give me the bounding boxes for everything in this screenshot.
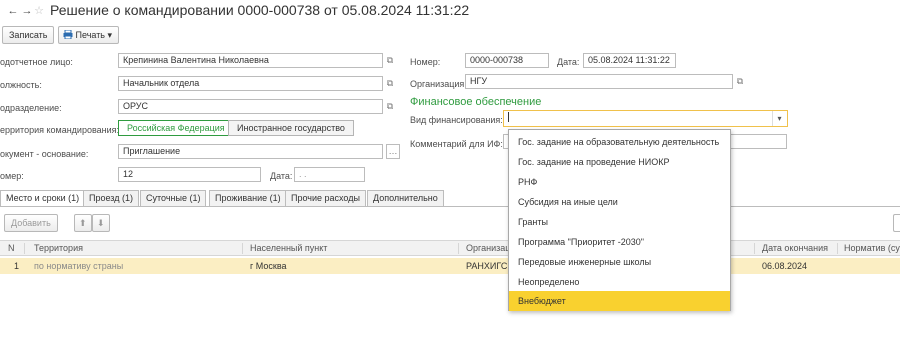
column-header-organization[interactable]: Организац [466, 241, 510, 256]
dropdown-option[interactable]: Гос. задание на образовательную деятельн… [509, 132, 730, 152]
date-field[interactable]: 05.08.2024 11:31:22 [583, 53, 676, 68]
select-button[interactable]: … [386, 144, 400, 159]
table-header: N Территория Населенный пункт Организац … [0, 240, 900, 256]
finance-section-title: Финансовое обеспечение [410, 96, 542, 108]
back-button[interactable]: ← [6, 4, 20, 18]
department-field[interactable]: ОРУС [118, 99, 383, 114]
dropdown-option[interactable]: Неопределено [509, 272, 730, 292]
column-header-end-date[interactable]: Дата окончания [762, 241, 828, 256]
chevron-down-icon[interactable]: ▾ [772, 111, 786, 126]
column-header-n[interactable]: N [8, 241, 15, 256]
position-field[interactable]: Начальник отдела [118, 76, 383, 91]
cell-end-date: 06.08.2024 [762, 261, 808, 271]
column-header-norm[interactable]: Норматив (сут [844, 241, 900, 256]
favorite-star-icon[interactable]: ☆ [32, 4, 46, 18]
cell-organization: РАНХИГС [466, 261, 508, 271]
territory-foreign-toggle[interactable]: Иностранное государство [228, 120, 354, 136]
chevron-down-icon: ▾ [107, 30, 113, 40]
tab-per-diem[interactable]: Суточные (1) [140, 190, 207, 206]
department-label: одразделение: [0, 103, 62, 113]
print-label: Печать [75, 30, 105, 40]
dropdown-option[interactable]: Гранты [509, 212, 730, 232]
dropdown-option[interactable]: Субсидия на иные цели [509, 192, 730, 212]
column-header-territory[interactable]: Территория [34, 241, 83, 256]
page-title: Решение о командировании 0000-000738 от … [50, 2, 470, 18]
tab-additional[interactable]: Дополнительно [367, 190, 444, 206]
org-field[interactable]: НГУ [465, 74, 733, 89]
open-icon[interactable]: ⧉ [384, 53, 396, 68]
person-label: одотчетное лицо: [0, 57, 73, 67]
move-down-button[interactable]: ⬇ [92, 214, 110, 232]
number2-field[interactable]: 12 [118, 167, 261, 182]
finance-type-dropdown: Гос. задание на образовательную деятельн… [508, 129, 731, 311]
dropdown-option[interactable]: Передовые инженерные школы [509, 252, 730, 272]
table-row[interactable]: 1 по нормативу страны г Москва РАНХИГС 0… [0, 258, 900, 274]
dropdown-option-selected[interactable]: Внебюджет [509, 291, 730, 311]
dropdown-option[interactable]: РНФ [509, 172, 730, 192]
basis-field[interactable]: Приглашение [118, 144, 383, 159]
basis-label: окумент - основание: [0, 149, 89, 159]
dropdown-option[interactable]: Гос. задание на проведение НИОКР [509, 152, 730, 172]
org-label: Организация: [410, 79, 467, 89]
column-header-city[interactable]: Населенный пункт [250, 241, 327, 256]
open-icon[interactable]: ⧉ [734, 74, 746, 89]
tab-travel[interactable]: Проезд (1) [83, 190, 139, 206]
printer-icon [63, 29, 73, 40]
tab-accommodation[interactable]: Проживание (1) [209, 190, 287, 206]
cell-city: г Москва [250, 261, 287, 271]
number-field[interactable]: 0000-000738 [465, 53, 549, 68]
date-label: Дата: [557, 57, 580, 67]
move-up-button[interactable]: ⬆ [74, 214, 92, 232]
date2-label: Дата: [270, 171, 293, 181]
add-row-button[interactable]: Добавить [4, 214, 58, 232]
dropdown-option[interactable]: Программа "Приоритет -2030" [509, 232, 730, 252]
number2-label: омер: [0, 171, 24, 181]
tab-divider [0, 206, 900, 207]
print-button[interactable]: Печать ▾ [58, 26, 120, 44]
number-label: Номер: [410, 57, 441, 67]
finance-type-field[interactable] [503, 110, 788, 127]
tab-other-expenses[interactable]: Прочие расходы [285, 190, 366, 206]
date2-field[interactable]: . . [294, 167, 365, 182]
territory-russia-toggle[interactable]: Российская Федерация [118, 120, 234, 136]
position-label: олжность: [0, 80, 42, 90]
territory-label: ерритория командирования: [0, 125, 120, 135]
person-field[interactable]: Крепинина Валентина Николаевна [118, 53, 383, 68]
save-button[interactable]: Записать [2, 26, 55, 44]
open-icon[interactable]: ⧉ [384, 76, 396, 91]
tab-place-dates[interactable]: Место и сроки (1) [0, 190, 86, 207]
finance-comment-label: Комментарий для ИФ: [410, 139, 503, 149]
cell-territory: по нормативу страны [34, 261, 124, 271]
finance-type-label: Вид финансирования: [410, 115, 503, 125]
open-icon[interactable]: ⧉ [384, 99, 396, 114]
cell-n: 1 [14, 261, 20, 271]
more-actions-button[interactable] [893, 214, 900, 232]
